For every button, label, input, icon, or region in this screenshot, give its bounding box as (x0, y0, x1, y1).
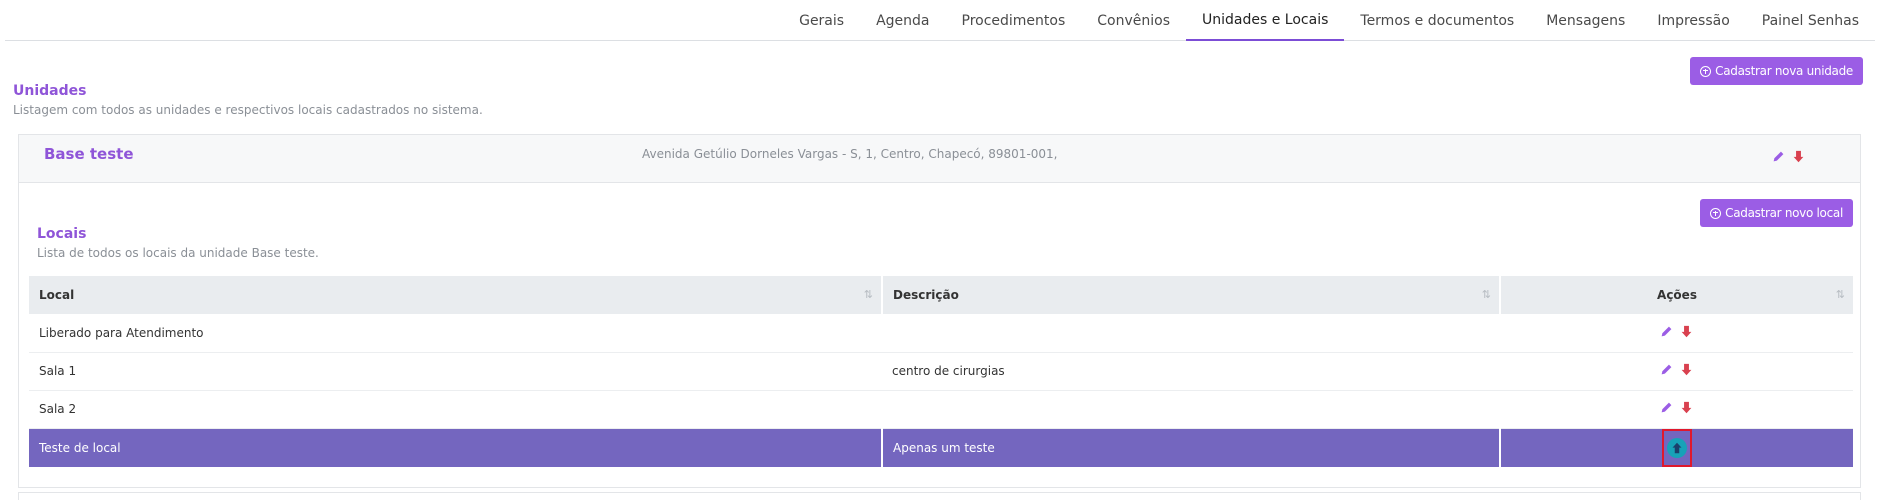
column-header-actions-label: Ações (1657, 288, 1697, 302)
column-header-description[interactable]: Descrição ⇅ (882, 276, 1501, 314)
actions-cell (1500, 428, 1853, 467)
column-header-local[interactable]: Local ⇅ (29, 276, 883, 314)
locals-subtitle: Lista de todos os locais da unidade Base… (37, 246, 319, 260)
tab-termos-e-documentos[interactable]: Termos e documentos (1344, 0, 1530, 41)
unit-header: Base teste Avenida Getúlio Dorneles Varg… (19, 135, 1860, 183)
tab-impressao[interactable]: Impressão (1641, 0, 1745, 41)
tab-convenios[interactable]: Convênios (1081, 0, 1186, 41)
sort-arrows-icon: ⇅ (1835, 288, 1845, 301)
add-local-button[interactable]: Cadastrar novo local (1700, 199, 1853, 227)
locals-header: Locais Lista de todos os locais da unida… (37, 225, 319, 261)
settings-tabs: Gerais Agenda Procedimentos Convênios Un… (783, 0, 1875, 41)
column-header-local-label: Local (39, 288, 75, 302)
tab-procedimentos[interactable]: Procedimentos (946, 0, 1082, 41)
next-unit-card-edge (18, 492, 1861, 500)
plus-circle-icon (1700, 65, 1712, 77)
column-header-actions[interactable]: Ações ⇅ (1500, 276, 1853, 314)
unit-card: Base teste Avenida Getúlio Dorneles Varg… (18, 134, 1861, 488)
table-row[interactable]: Liberado para Atendimento (29, 314, 1853, 353)
unit-address: Avenida Getúlio Dorneles Vargas - S, 1, … (642, 147, 1058, 161)
units-title: Unidades (13, 83, 87, 99)
local-cell: Teste de local (29, 428, 883, 467)
tab-unidades-e-locais[interactable]: Unidades e Locais (1186, 0, 1345, 41)
unit-actions (1771, 149, 1805, 163)
local-cell: Sala 2 (29, 390, 882, 429)
add-local-button-label: Cadastrar novo local (1725, 206, 1843, 220)
table-header-row: Local ⇅ Descrição ⇅ Ações ⇅ (29, 276, 1853, 314)
local-cell: Liberado para Atendimento (29, 314, 882, 353)
units-header: Unidades Listagem com todos as unidades … (13, 82, 483, 118)
tab-bar: Gerais Agenda Procedimentos Convênios Un… (5, 0, 1875, 41)
move-down-arrow-icon[interactable] (1680, 401, 1694, 415)
sort-arrows-icon: ⇅ (863, 288, 873, 301)
edit-pencil-icon[interactable] (1660, 401, 1674, 415)
tab-agenda[interactable]: Agenda (860, 0, 945, 41)
add-unit-button-label: Cadastrar nova unidade (1715, 64, 1853, 78)
delete-unit-arrow-down-icon[interactable] (1791, 149, 1805, 163)
add-unit-button[interactable]: Cadastrar nova unidade (1690, 57, 1863, 85)
move-down-arrow-icon[interactable] (1680, 363, 1694, 377)
move-down-arrow-icon[interactable] (1680, 325, 1694, 339)
locals-table-wrap: Local ⇅ Descrição ⇅ Ações ⇅ Liberado par… (29, 276, 1853, 467)
actions-cell (1500, 314, 1853, 353)
move-up-button-highlight (1662, 428, 1692, 467)
locals-table: Local ⇅ Descrição ⇅ Ações ⇅ Liberado par… (29, 276, 1853, 467)
description-cell (882, 314, 1500, 353)
locals-title: Locais (37, 226, 87, 242)
local-cell: Sala 1 (29, 352, 882, 391)
tab-gerais[interactable]: Gerais (783, 0, 860, 41)
unit-name: Base teste (44, 145, 134, 163)
edit-pencil-icon[interactable] (1660, 363, 1674, 377)
sort-arrows-icon: ⇅ (1481, 288, 1491, 301)
plus-circle-icon (1710, 207, 1722, 219)
actions-cell (1500, 352, 1853, 391)
move-up-arrow-icon[interactable] (1667, 437, 1687, 458)
description-cell (882, 390, 1500, 429)
table-row[interactable]: Sala 1 centro de cirurgias (29, 352, 1853, 391)
description-cell: centro de cirurgias (882, 352, 1500, 391)
description-cell: Apenas um teste (882, 428, 1501, 467)
edit-unit-pencil-icon[interactable] (1771, 149, 1785, 163)
column-header-description-label: Descrição (893, 288, 959, 302)
tab-painel-senhas[interactable]: Painel Senhas (1746, 0, 1875, 41)
units-subtitle: Listagem com todos as unidades e respect… (13, 103, 483, 117)
table-row-selected[interactable]: Teste de local Apenas um teste (29, 428, 1853, 467)
actions-cell (1500, 390, 1853, 429)
edit-pencil-icon[interactable] (1660, 325, 1674, 339)
table-row[interactable]: Sala 2 (29, 390, 1853, 429)
tab-mensagens[interactable]: Mensagens (1530, 0, 1641, 41)
